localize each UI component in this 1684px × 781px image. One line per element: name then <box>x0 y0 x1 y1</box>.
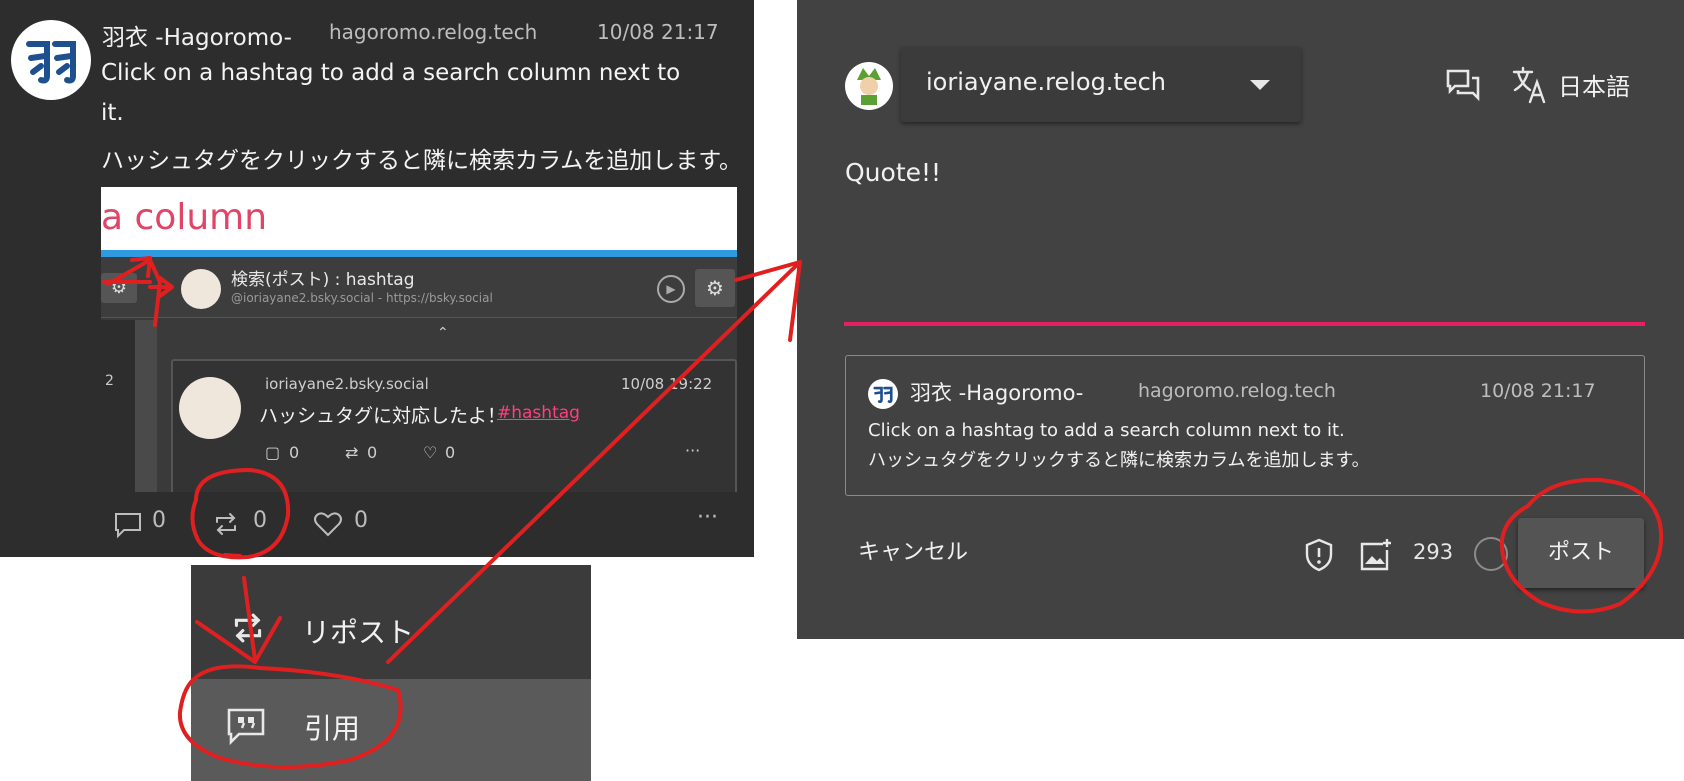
autoplay-icon: ▶ <box>657 275 685 303</box>
settings-icon: ⚙ <box>695 269 735 307</box>
quoted-post-handle: hagoromo.relog.tech <box>1138 380 1336 402</box>
quoted-post-avatar <box>868 379 898 409</box>
embed-card-hashtag: #hashtag <box>497 403 580 423</box>
character-progress-ring <box>1474 537 1508 571</box>
more-icon[interactable]: ··· <box>697 505 718 530</box>
menu-item-quote-label[interactable]: 引用 <box>304 707 360 747</box>
account-avatar <box>845 62 893 110</box>
embed-card-avatar <box>179 377 241 439</box>
embed-card-text: ハッシュタグに対応したよ！ <box>259 405 507 427</box>
quoted-post-text-line-1: Click on a hashtag to add a search colum… <box>868 420 1345 441</box>
chevron-up-icon: ⌃ <box>437 325 449 341</box>
menu-item-repost-label[interactable]: リポスト <box>302 611 414 651</box>
repost-count: 0 <box>253 508 267 533</box>
account-avatar-image <box>846 63 892 109</box>
embed-card-time: 10/08 19:22 <box>621 375 713 393</box>
post-embedded-image[interactable]: a column ⚙ 検索(ポスト) : hashtag @ioriayane2… <box>101 187 737 492</box>
account-select-value[interactable]: ioriayane.relog.tech <box>926 68 1166 96</box>
embed-column-title: 検索(ポスト) : hashtag <box>231 270 415 290</box>
quoted-post-time: 10/08 21:17 <box>1480 380 1596 402</box>
post-timestamp: 10/08 21:17 <box>597 20 719 44</box>
hagoromo-logo <box>868 379 898 409</box>
embed-banner-text: a column <box>101 197 268 238</box>
quote-icon <box>227 708 265 745</box>
embed-left-column <box>101 320 135 492</box>
embed-card-like-count: 0 <box>445 443 456 462</box>
like-icon: ♡ <box>423 443 438 462</box>
character-count: 293 <box>1413 540 1454 564</box>
embed-scrollbar <box>135 320 157 492</box>
embed-left-column-number: 2 <box>105 373 114 389</box>
post-text-line-3: ハッシュタグをクリックすると隣に検索カラムを追加します。 <box>101 148 743 174</box>
embed-column-subtitle: @ioriayane2.bsky.social - https://bsky.s… <box>231 291 493 305</box>
translate-icon[interactable] <box>1512 66 1546 104</box>
like-icon[interactable] <box>313 510 343 538</box>
shield-icon[interactable] <box>1304 538 1334 572</box>
embed-column-avatar <box>181 269 221 309</box>
post-text-line-2: it. <box>101 100 124 126</box>
compose-underline <box>844 322 1645 326</box>
post-author-name[interactable]: 羽衣 -Hagoromo- <box>102 18 292 52</box>
hagoromo-logo <box>13 22 89 98</box>
cancel-button[interactable]: キャンセル <box>858 534 968 566</box>
repost-menu <box>191 565 591 781</box>
embed-divider <box>101 250 737 257</box>
quoted-post-author-name: 羽衣 -Hagoromo- <box>910 381 1084 405</box>
embed-card-reply-count: 0 <box>289 443 300 462</box>
embed-card-handle: ioriayane2.bsky.social <box>265 375 429 393</box>
post-text-line-1: Click on a hashtag to add a search colum… <box>101 60 681 86</box>
more-icon: ··· <box>685 441 701 460</box>
like-count: 0 <box>354 508 368 533</box>
post-avatar[interactable] <box>11 20 91 100</box>
reply-icon[interactable] <box>113 511 143 539</box>
quoted-post-text-line-2: ハッシュタグをクリックすると隣に検索カラムを追加します。 <box>868 450 1370 471</box>
language-select[interactable]: 日本語 <box>1558 67 1630 102</box>
settings-icon: ⚙ <box>101 273 137 303</box>
reply-icon: ▢ <box>265 443 281 462</box>
repost-icon[interactable] <box>212 510 240 538</box>
threadgate-icon[interactable] <box>1446 68 1480 102</box>
repost-icon: ⇄ <box>345 443 359 462</box>
post-author-handle[interactable]: hagoromo.relog.tech <box>329 20 537 44</box>
embed-card-repost-count: 0 <box>367 443 378 462</box>
post-button[interactable]: ポスト <box>1518 518 1644 588</box>
reply-count: 0 <box>152 508 166 533</box>
repost-icon <box>234 613 262 643</box>
chevron-down-icon[interactable] <box>1250 80 1270 90</box>
add-image-icon[interactable] <box>1359 538 1393 572</box>
compose-text-area[interactable]: Quote!! <box>845 158 941 187</box>
